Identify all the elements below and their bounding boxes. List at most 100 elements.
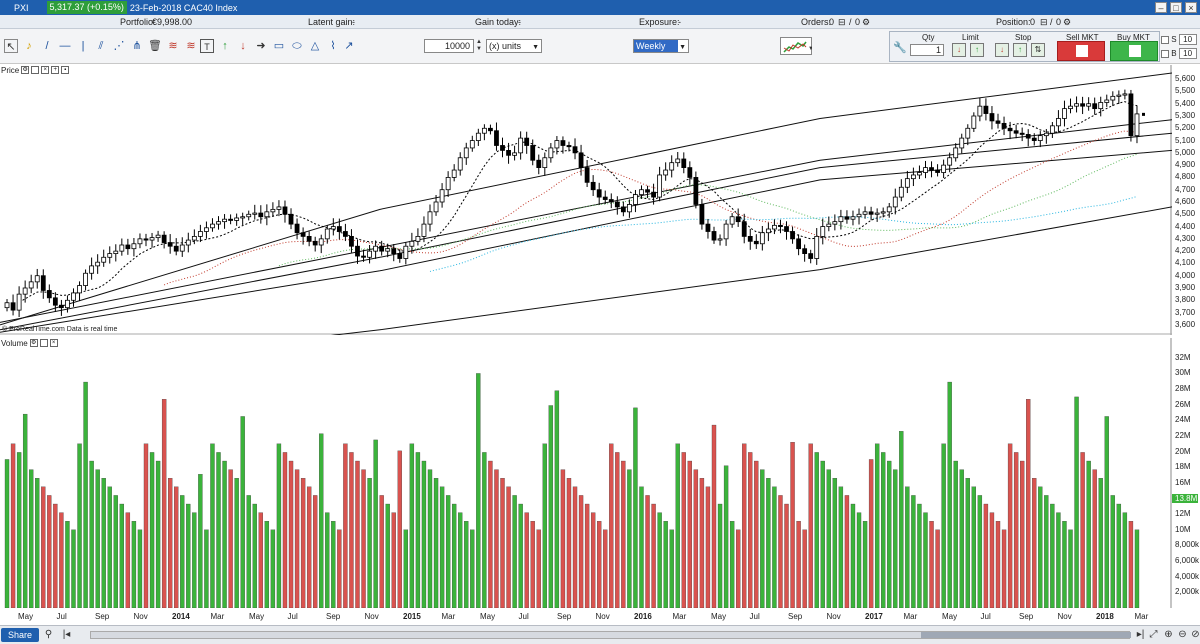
- volume-bar: [1032, 478, 1037, 608]
- order-qty-input[interactable]: 1: [910, 44, 944, 56]
- candle-body: [892, 196, 898, 208]
- ellipse-icon[interactable]: ⬭: [290, 39, 304, 53]
- alert-bell-icon[interactable]: ♪: [22, 39, 36, 53]
- stop-sell-button[interactable]: ↓: [995, 43, 1009, 57]
- price-chart[interactable]: [0, 65, 1172, 335]
- fibonacci-icon[interactable]: ≋: [166, 39, 180, 53]
- rectangle-icon[interactable]: ▭: [272, 39, 286, 53]
- measure-icon[interactable]: ↗: [342, 39, 356, 53]
- price-tick-label: 5,500: [1175, 86, 1196, 96]
- trendline-icon[interactable]: /: [40, 39, 54, 53]
- volume-bar: [729, 521, 735, 608]
- candle-body: [808, 253, 814, 259]
- triangle-icon[interactable]: △: [308, 39, 322, 53]
- limit-buy-button[interactable]: ↑: [970, 43, 984, 57]
- time-tick-label: Jul: [518, 612, 529, 621]
- buy-mkt-button[interactable]: [1110, 41, 1158, 61]
- horizontal-line-icon[interactable]: —: [58, 39, 72, 53]
- volume-bar: [204, 529, 209, 608]
- fan-icon[interactable]: ⋰: [112, 39, 126, 53]
- zoom-in-icon[interactable]: ⊕: [1162, 629, 1175, 641]
- candle: [77, 281, 82, 302]
- option-b-value[interactable]: 10: [1178, 48, 1197, 59]
- maximize-icon[interactable]: □: [1170, 2, 1182, 13]
- price-tick-label: 4,600: [1175, 197, 1196, 206]
- quantity-stepper[interactable]: ▲ ▼: [476, 39, 484, 53]
- option-s-value[interactable]: 10: [1178, 34, 1197, 45]
- candle-body: [917, 172, 922, 176]
- zoom-out-icon[interactable]: ⊖: [1176, 629, 1189, 641]
- units-select[interactable]: (x) units ▼: [486, 39, 542, 53]
- volume-bar: [675, 443, 680, 608]
- candle-body: [149, 237, 155, 241]
- scrollbar-thumb[interactable]: [921, 632, 1131, 638]
- fit-icon[interactable]: ⤢: [1147, 629, 1160, 641]
- option-b[interactable]: B 10: [1161, 48, 1197, 59]
- share-button[interactable]: Share: [1, 628, 39, 642]
- trash-icon[interactable]: 🗑: [148, 39, 162, 53]
- candle: [288, 208, 294, 230]
- candle-body: [741, 221, 747, 237]
- pitchfork-icon[interactable]: ⋔: [130, 39, 144, 53]
- volume-bar: [331, 521, 336, 608]
- last-price-marker: [1142, 112, 1145, 116]
- timeframe-select[interactable]: Weekly ▼: [633, 39, 689, 53]
- option-s-checkbox[interactable]: [1161, 35, 1169, 44]
- minimize-icon[interactable]: –: [1155, 2, 1167, 13]
- volume-bar: [349, 452, 354, 608]
- candle: [469, 135, 475, 152]
- wrench-icon[interactable]: 🔧: [893, 41, 907, 55]
- volume-bar: [1074, 396, 1079, 608]
- buy-arrow-icon[interactable]: ↑: [218, 39, 232, 53]
- exposure-label: Exposure:: [639, 17, 680, 27]
- candle: [862, 206, 868, 219]
- scroll-start-icon[interactable]: |◂: [60, 629, 73, 641]
- volume-bar: [270, 529, 276, 608]
- volume-bar: [397, 450, 402, 608]
- sell-icon: [1076, 45, 1088, 57]
- close-icon[interactable]: ×: [1185, 2, 1197, 13]
- volume-chart[interactable]: [0, 338, 1172, 608]
- volume-bar: [482, 452, 487, 608]
- volume-tick-label: 2,000k: [1175, 587, 1200, 597]
- scroll-end-icon[interactable]: ▸|: [1134, 629, 1147, 641]
- quantity-input[interactable]: 10000: [424, 39, 474, 53]
- volume-bar: [826, 469, 831, 608]
- stop-buy-button[interactable]: ↑: [1013, 43, 1027, 57]
- volume-bar: [1080, 452, 1085, 608]
- candle-body: [463, 147, 469, 159]
- text-tool-icon[interactable]: T: [200, 39, 214, 53]
- candle-body: [645, 189, 650, 193]
- volume-bar: [693, 469, 699, 608]
- orders-icon[interactable]: ⊟: [838, 17, 846, 28]
- option-b-checkbox[interactable]: [1161, 49, 1169, 58]
- candle-body: [723, 223, 729, 240]
- sell-arrow-icon[interactable]: ↓: [236, 39, 250, 53]
- fibonacci-fan-icon[interactable]: ≋: [184, 39, 198, 53]
- candle-body: [1001, 122, 1007, 129]
- volume-bar: [1056, 512, 1061, 608]
- magnet-icon[interactable]: ⚲: [42, 629, 55, 641]
- option-s[interactable]: S 10: [1161, 34, 1197, 45]
- vertical-line-icon[interactable]: |: [76, 39, 90, 53]
- sell-mkt-button[interactable]: [1057, 41, 1105, 61]
- candle: [16, 286, 22, 317]
- right-arrow-icon[interactable]: ➜: [254, 39, 268, 53]
- candle-body: [1074, 103, 1079, 107]
- volume-bar: [868, 459, 874, 608]
- orders-refresh-icon[interactable]: ⚙: [862, 17, 870, 28]
- cursor-icon[interactable]: ↖: [4, 39, 18, 53]
- candle: [355, 239, 360, 264]
- polyline-icon[interactable]: ⌇: [326, 39, 340, 53]
- stop-option-button[interactable]: ⇅: [1031, 43, 1045, 57]
- candle-body: [71, 292, 76, 301]
- channel-icon[interactable]: ⫽: [94, 39, 108, 53]
- candle-body: [155, 234, 161, 239]
- position-settings-icon[interactable]: ⚙: [1063, 17, 1071, 28]
- position-icon[interactable]: ⊟: [1040, 17, 1048, 28]
- candle-body: [379, 245, 385, 252]
- horizontal-scrollbar[interactable]: [90, 631, 1131, 639]
- zoom-reset-icon[interactable]: ⊘: [1189, 629, 1200, 641]
- limit-sell-button[interactable]: ↓: [952, 43, 966, 57]
- chart-type-button[interactable]: ▼: [780, 37, 812, 55]
